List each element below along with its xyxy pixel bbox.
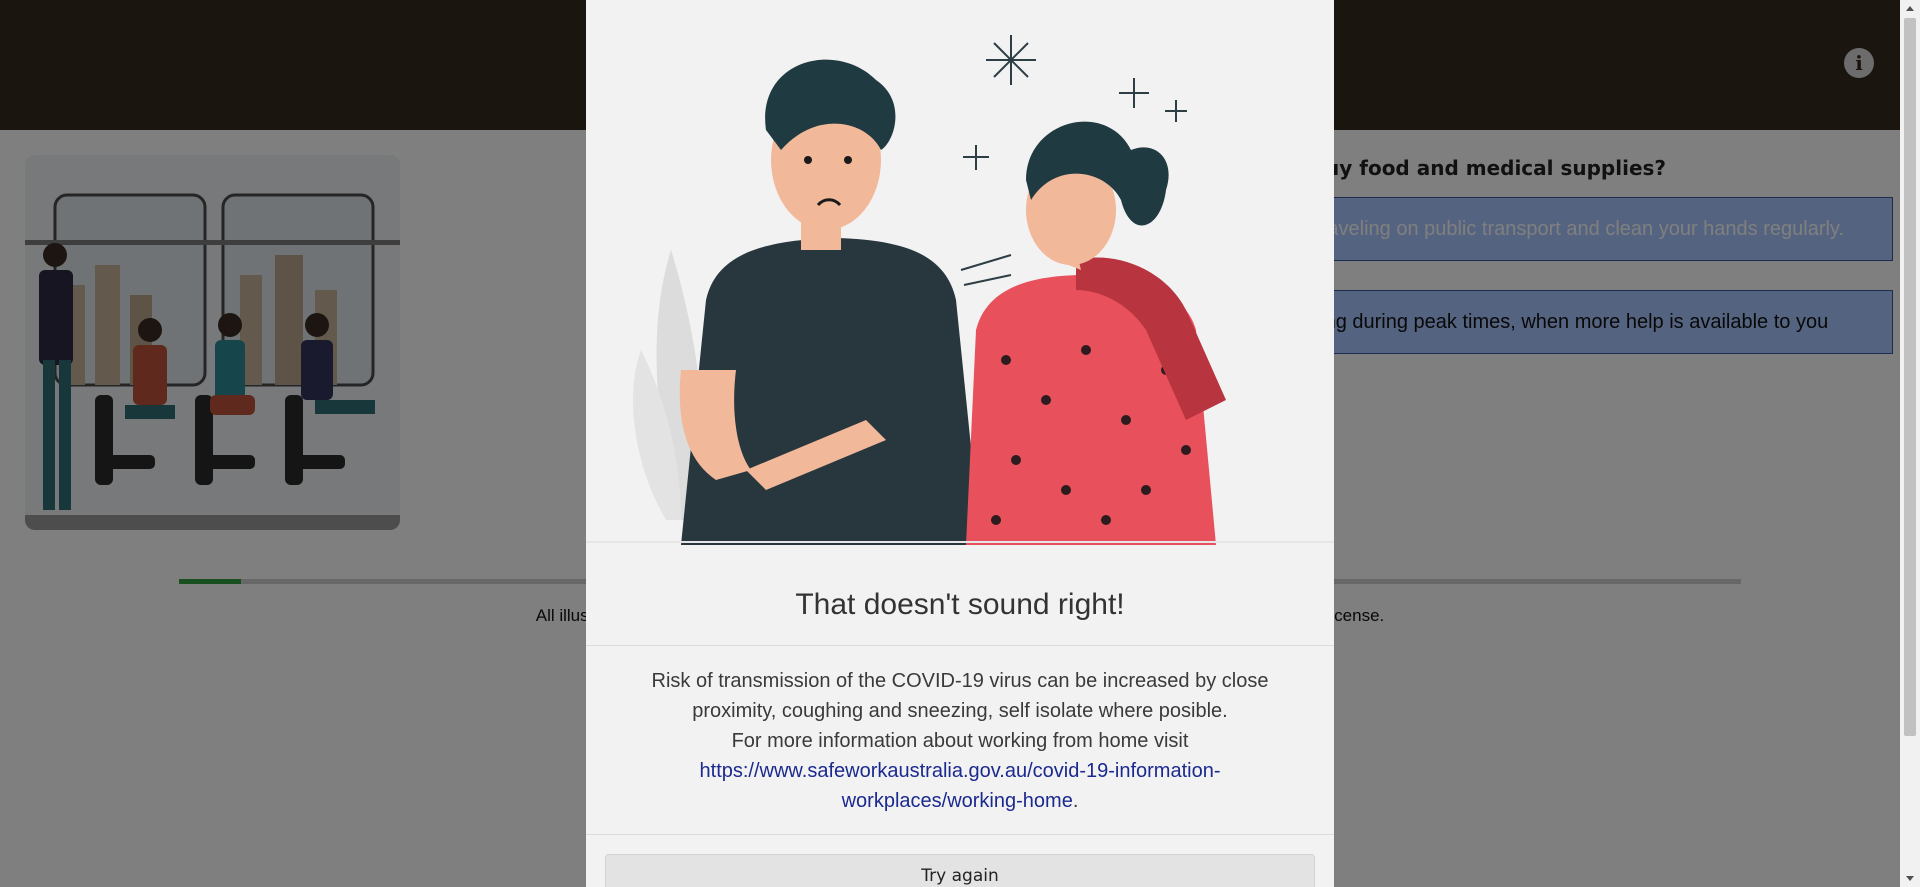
modal-body-text: Risk of transmission of the COVID-19 vir…	[651, 670, 1269, 722]
scroll-up-arrow-icon[interactable]	[1906, 6, 1914, 11]
feedback-modal: That doesn't sound right! Risk of transm…	[586, 0, 1334, 887]
safework-link[interactable]: https://www.safeworkaustralia.gov.au/cov…	[700, 760, 1221, 812]
coughing-couple-illustration	[586, 0, 1334, 580]
modal-footer-divider	[586, 834, 1334, 835]
link-suffix: .	[1072, 790, 1079, 812]
page-scrollbar[interactable]	[1900, 0, 1920, 887]
modal-divider	[586, 645, 1334, 646]
modal-body-more-info: For more information about working from …	[731, 730, 1189, 752]
scrollbar-thumb[interactable]	[1904, 18, 1916, 736]
scroll-down-arrow-icon[interactable]	[1906, 876, 1914, 881]
try-again-button[interactable]: Try again	[605, 854, 1315, 887]
modal-body: Risk of transmission of the COVID-19 vir…	[616, 666, 1304, 816]
modal-title: That doesn't sound right!	[795, 588, 1125, 621]
